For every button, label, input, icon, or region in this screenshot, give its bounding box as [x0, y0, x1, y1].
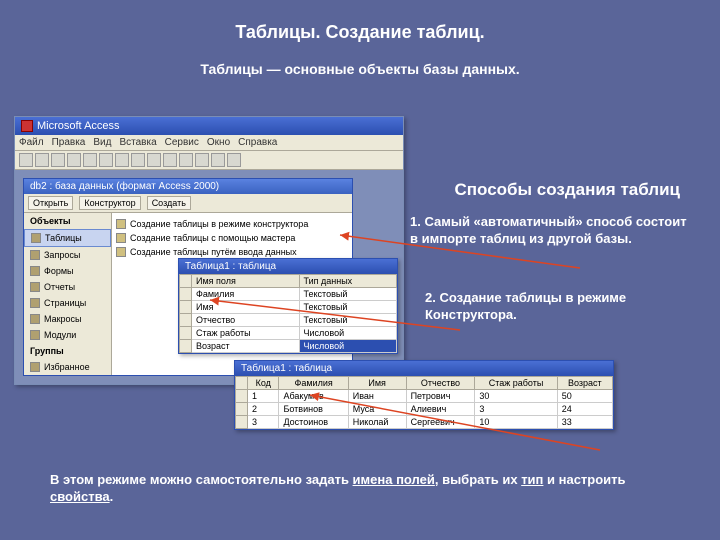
datasheet-window: Таблица1 : таблица КодФамилияИмяОтчество… [234, 360, 614, 430]
db-group-item[interactable]: Избранное [24, 359, 111, 375]
footer-text: В этом режиме можно самостоятельно задат… [50, 472, 670, 506]
object-icon [30, 298, 40, 308]
create-shortcut[interactable]: Создание таблицы путём ввода данных [116, 245, 348, 259]
db-object-item[interactable]: Формы [24, 263, 111, 279]
menu-item[interactable]: Вставка [119, 137, 156, 148]
design-view-window: Таблица1 : таблица Имя поляТип данных Фа… [178, 258, 398, 354]
datasheet-header[interactable]: Код [248, 377, 279, 390]
app-title-text: Microsoft Access [37, 120, 120, 132]
toolbar-button[interactable] [19, 153, 33, 167]
datasheet-header[interactable]: Стаж работы [475, 377, 557, 390]
object-icon [30, 282, 40, 292]
toolbar-button[interactable] [115, 153, 129, 167]
db-object-item[interactable]: Запросы [24, 247, 111, 263]
design-header[interactable]: Имя поля [192, 275, 300, 288]
design-row[interactable]: ИмяТекстовый [180, 301, 397, 314]
toolbar[interactable] [15, 151, 403, 170]
toolbar-button[interactable] [211, 153, 225, 167]
design-titlebar: Таблица1 : таблица [179, 259, 397, 274]
toolbar-button[interactable] [227, 153, 241, 167]
groups-header: Группы [24, 343, 111, 359]
object-icon [31, 233, 41, 243]
create-shortcut[interactable]: Создание таблицы в режиме конструктора [116, 217, 348, 231]
menu-item[interactable]: Справка [238, 137, 277, 148]
toolbar-button[interactable] [51, 153, 65, 167]
object-icon [30, 330, 40, 340]
datasheet-header[interactable]: Возраст [557, 377, 612, 390]
datasheet-header[interactable]: Отчество [406, 377, 475, 390]
db-toolbar-button[interactable]: Создать [147, 196, 191, 210]
design-row[interactable]: Стаж работыЧисловой [180, 327, 397, 340]
db-object-item[interactable]: Макросы [24, 311, 111, 327]
datasheet-row[interactable]: 1АбакумовИванПетрович3050 [236, 390, 613, 403]
db-toolbar-button[interactable]: Открыть [28, 196, 73, 210]
shortcut-icon [116, 233, 126, 243]
datasheet-titlebar: Таблица1 : таблица [235, 361, 613, 376]
datasheet-grid[interactable]: КодФамилияИмяОтчествоСтаж работыВозраст … [235, 376, 613, 429]
page-subtitle: Таблицы — основные объекты базы данных. [0, 61, 720, 77]
page-title: Таблицы. Создание таблиц. [0, 0, 720, 43]
datasheet-row[interactable]: 3ДостоиновНиколайСергеевич1033 [236, 416, 613, 429]
toolbar-button[interactable] [163, 153, 177, 167]
menu-item[interactable]: Правка [52, 137, 86, 148]
menu-item[interactable]: Окно [207, 137, 230, 148]
datasheet-row[interactable]: 2БотвиновМусаАлиевич324 [236, 403, 613, 416]
toolbar-button[interactable] [195, 153, 209, 167]
object-icon [30, 314, 40, 324]
menu-item[interactable]: Вид [93, 137, 111, 148]
datasheet-header[interactable]: Имя [348, 377, 406, 390]
object-icon [30, 250, 40, 260]
db-toolbar-button[interactable]: Конструктор [79, 196, 140, 210]
shortcut-icon [116, 219, 126, 229]
toolbar-button[interactable] [131, 153, 145, 167]
design-row[interactable]: ФамилияТекстовый [180, 288, 397, 301]
method-1-text: 1. Самый «автоматичный» способ состоит в… [410, 214, 690, 248]
toolbar-button[interactable] [35, 153, 49, 167]
objects-header: Объекты [24, 213, 111, 229]
db-object-item[interactable]: Таблицы [24, 229, 111, 247]
toolbar-button[interactable] [179, 153, 193, 167]
toolbar-button[interactable] [99, 153, 113, 167]
db-object-list[interactable]: ОбъектыТаблицыЗапросыФормыОтчетыСтраницы… [24, 213, 112, 375]
design-row[interactable]: ВозрастЧисловой [180, 340, 397, 353]
toolbar-button[interactable] [67, 153, 81, 167]
design-row[interactable]: ОтчествоТекстовый [180, 314, 397, 327]
toolbar-button[interactable] [147, 153, 161, 167]
db-object-item[interactable]: Модули [24, 327, 111, 343]
db-object-item[interactable]: Отчеты [24, 279, 111, 295]
method-2-text: 2. Создание таблицы в режиме Конструктор… [425, 290, 685, 324]
app-titlebar: Microsoft Access [15, 117, 403, 135]
shortcut-icon [116, 247, 126, 257]
menu-item[interactable]: Сервис [165, 137, 199, 148]
menubar[interactable]: Файл Правка Вид Вставка Сервис Окно Справка [15, 135, 403, 151]
toolbar-button[interactable] [83, 153, 97, 167]
design-grid[interactable]: Имя поляТип данных ФамилияТекстовыйИмяТе… [179, 274, 397, 353]
db-toolbar[interactable]: Открыть Конструктор Создать [24, 194, 352, 213]
datasheet-header[interactable]: Фамилия [279, 377, 348, 390]
db-titlebar: db2 : база данных (формат Access 2000) [24, 179, 352, 194]
methods-heading: Способы создания таблиц [454, 180, 680, 200]
object-icon [30, 266, 40, 276]
access-icon [21, 120, 33, 132]
create-shortcut[interactable]: Создание таблицы с помощью мастера [116, 231, 348, 245]
db-object-item[interactable]: Страницы [24, 295, 111, 311]
design-header[interactable]: Тип данных [299, 275, 396, 288]
menu-item[interactable]: Файл [19, 137, 44, 148]
